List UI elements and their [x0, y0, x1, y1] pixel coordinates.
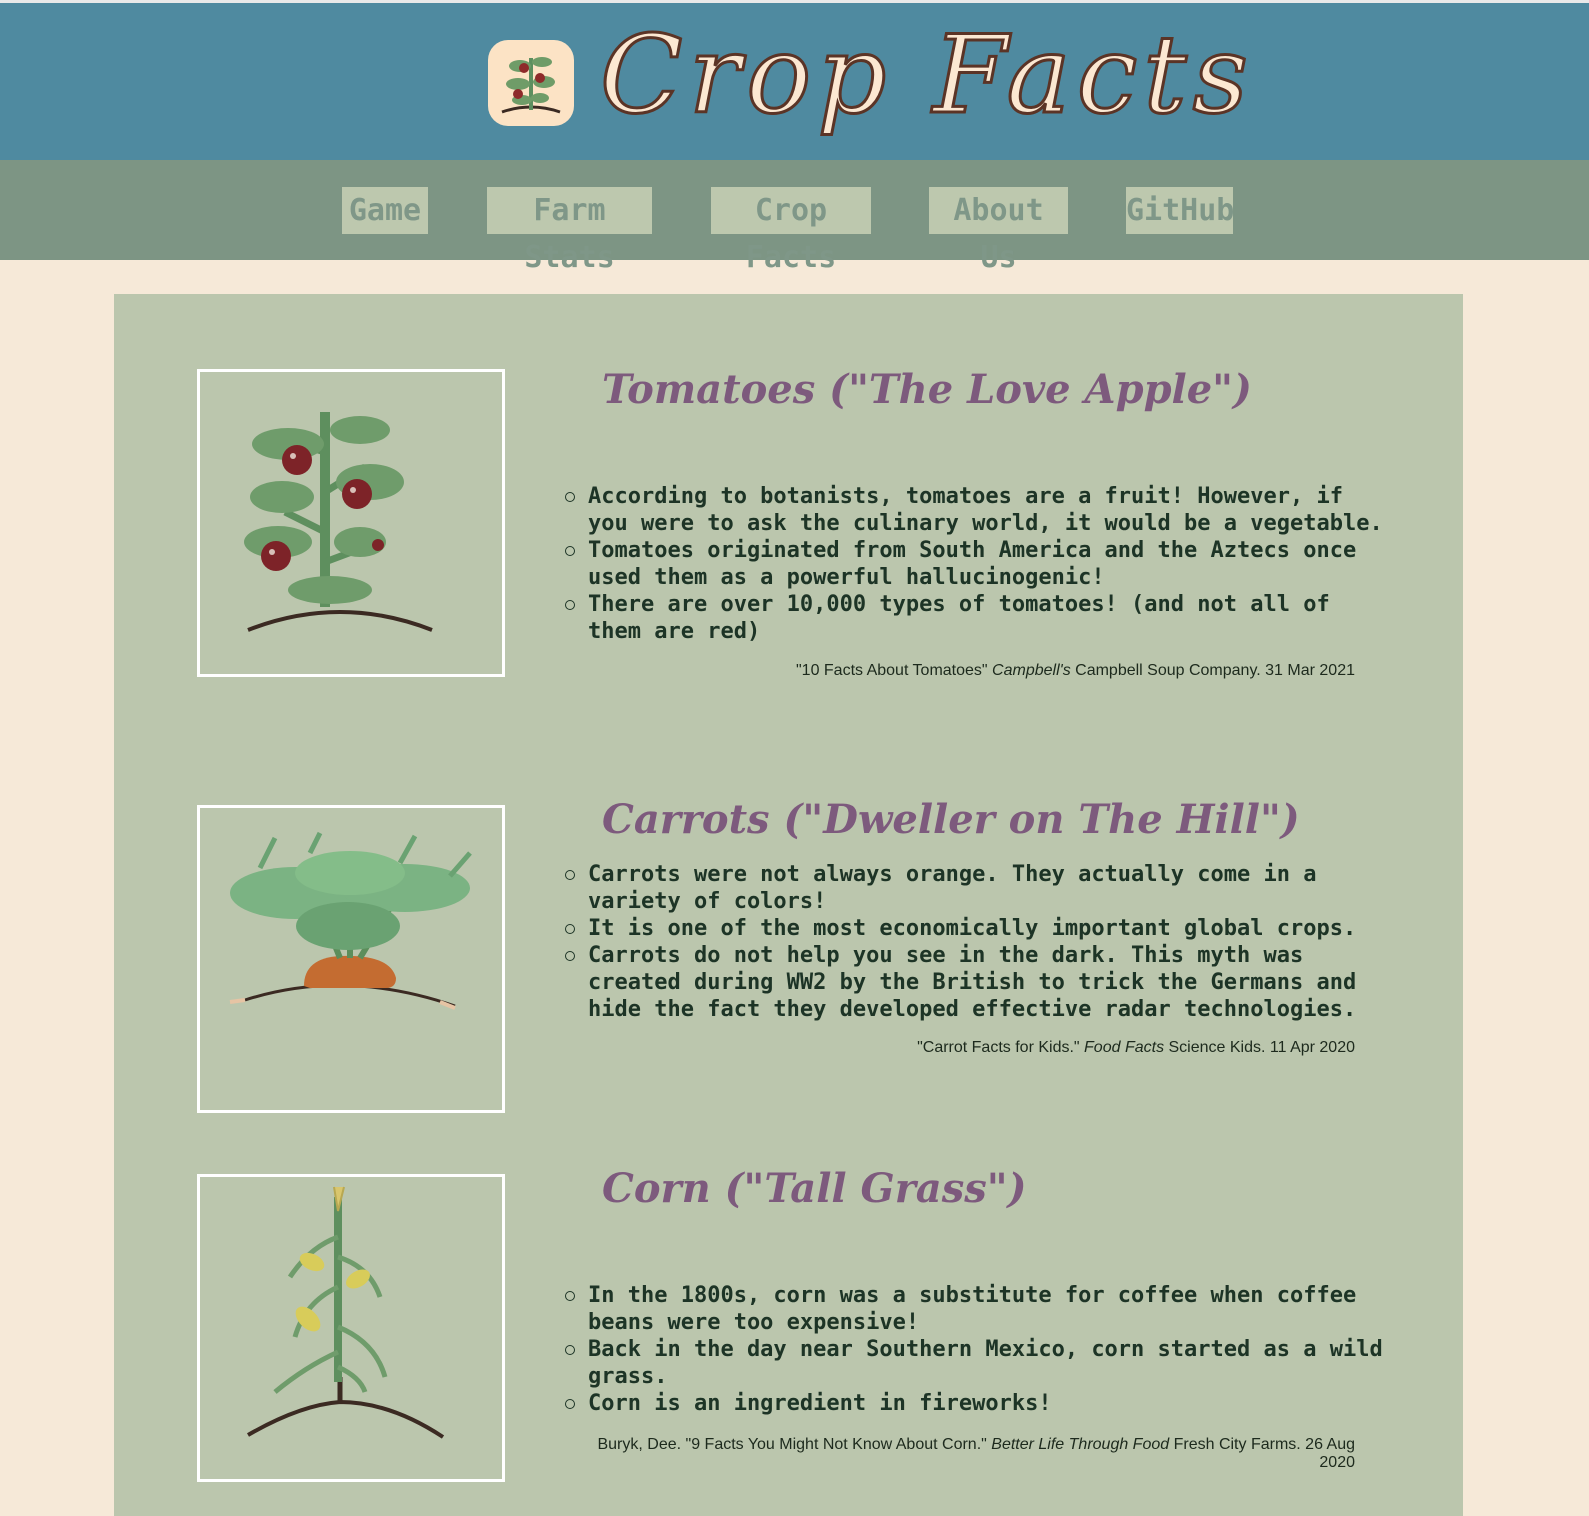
list-item: Corn is an ingredient in fireworks!: [565, 1390, 1388, 1417]
list-item: There are over 10,000 types of tomatoes!…: [565, 591, 1388, 645]
nav-github[interactable]: GitHub: [1126, 187, 1234, 234]
citation-text: Fresh City Farms. 26 Aug 2020: [1169, 1436, 1355, 1471]
crop-title-corn: Corn ("Tall Grass"): [602, 1165, 1027, 1212]
source-citation-tomatoes: "10 Facts About Tomatoes" Campbell's Cam…: [575, 662, 1355, 680]
tomato-plant-icon: [488, 40, 574, 126]
citation-text: "Carrot Facts for Kids.": [917, 1039, 1085, 1056]
citation-publication: Campbell's: [992, 662, 1071, 679]
citation-text: Science Kids. 11 Apr 2020: [1164, 1039, 1356, 1056]
list-item: It is one of the most economically impor…: [565, 915, 1388, 942]
carrot-plant-icon: [197, 805, 505, 1113]
crop-title-carrots: Carrots ("Dweller on The Hill"): [602, 796, 1300, 843]
source-citation-corn: Buryk, Dee. "9 Facts You Might Not Know …: [575, 1436, 1355, 1472]
list-item: In the 1800s, corn was a substitute for …: [565, 1282, 1388, 1336]
nav-game[interactable]: Game: [342, 187, 428, 234]
fact-list-carrots: Carrots were not always orange. They act…: [564, 861, 1388, 1023]
site-header: Crop Facts: [0, 0, 1589, 160]
list-item: Carrots were not always orange. They act…: [565, 861, 1388, 915]
nav-farm-stats[interactable]: Farm Stats: [487, 187, 652, 275]
list-item: Tomatoes originated from South America a…: [565, 537, 1388, 591]
citation-text: Buryk, Dee. "9 Facts You Might Not Know …: [597, 1436, 992, 1453]
fact-list-corn: In the 1800s, corn was a substitute for …: [564, 1282, 1388, 1417]
list-item: According to botanists, tomatoes are a f…: [565, 483, 1388, 537]
citation-publication: Food Facts: [1084, 1039, 1165, 1056]
crop-title-tomatoes: Tomatoes ("The Love Apple"): [602, 366, 1252, 413]
citation-text: Campbell Soup Company. 31 Mar 2021: [1070, 662, 1355, 679]
site-title: Crop Facts: [598, 12, 1255, 140]
citation-publication: Better Life Through Food: [991, 1436, 1170, 1453]
source-citation-carrots: "Carrot Facts for Kids." Food Facts Scie…: [575, 1039, 1355, 1057]
fact-list-tomatoes: According to botanists, tomatoes are a f…: [564, 483, 1388, 645]
tomato-plant-icon: [197, 369, 505, 677]
list-item: Back in the day near Southern Mexico, co…: [565, 1336, 1388, 1390]
crop-facts-panel: Tomatoes ("The Love Apple") According to…: [114, 294, 1463, 1516]
nav-crop-facts[interactable]: Crop Facts: [711, 187, 871, 275]
citation-text: "10 Facts About Tomatoes": [795, 662, 993, 679]
list-item: Carrots do not help you see in the dark.…: [565, 942, 1388, 1023]
main-nav: Game Farm Stats Crop Facts About Us GitH…: [0, 160, 1589, 275]
nav-about-us[interactable]: About Us: [929, 187, 1068, 275]
corn-plant-icon: [197, 1174, 505, 1482]
